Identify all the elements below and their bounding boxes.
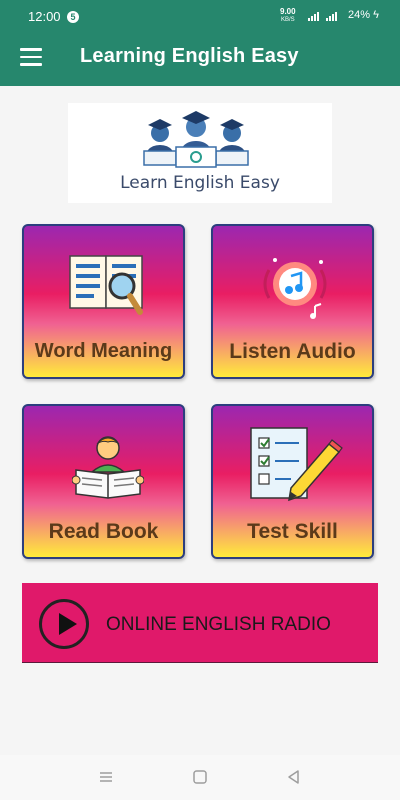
card-label-test-skill: Test Skill xyxy=(247,520,338,543)
app-bar: Learning English Easy xyxy=(0,30,400,86)
students-graduation-icon xyxy=(143,111,249,168)
charging-icon: ϟ xyxy=(373,9,379,21)
logo-text: Learn English Easy xyxy=(120,173,280,193)
net-speed-value: 9.00 xyxy=(280,7,296,16)
status-bar: 12:00 5 9.00 KB/S 24% ϟ xyxy=(0,0,400,30)
play-icon xyxy=(39,599,89,649)
status-time: 12:00 xyxy=(28,9,61,24)
radio-label: ONLINE ENGLISH RADIO xyxy=(106,614,331,635)
battery-level: 24% ϟ xyxy=(348,9,379,21)
app-logo: Learn English Easy xyxy=(68,103,332,203)
hamburger-menu-icon[interactable] xyxy=(20,48,42,66)
net-speed-unit: KB/S xyxy=(280,17,295,23)
listen-audio-card[interactable]: Listen Audio xyxy=(211,224,374,379)
back-icon[interactable] xyxy=(284,767,304,787)
book-search-icon xyxy=(69,255,143,315)
recent-apps-icon[interactable] xyxy=(96,767,116,787)
music-audio-icon xyxy=(263,258,327,319)
card-label-word-meaning: Word Meaning xyxy=(34,340,173,362)
checklist-pencil-icon xyxy=(250,427,343,502)
test-skill-card[interactable]: Test Skill xyxy=(211,404,374,559)
reading-person-icon xyxy=(72,436,144,499)
signal-icon xyxy=(308,11,344,23)
card-label-read-book: Read Book xyxy=(48,520,159,543)
network-speed: 9.00 KB/S xyxy=(280,8,296,24)
system-nav-bar xyxy=(0,755,400,800)
card-label-listen-audio: Listen Audio xyxy=(229,340,356,363)
read-book-card[interactable]: Read Book xyxy=(22,404,185,559)
word-meaning-card[interactable]: Word Meaning xyxy=(22,224,185,379)
online-radio-button[interactable]: ONLINE ENGLISH RADIO xyxy=(22,583,378,663)
battery-text: 24% xyxy=(348,9,371,21)
notification-badge: 5 xyxy=(67,11,79,23)
home-icon[interactable] xyxy=(190,767,210,787)
app-title: Learning English Easy xyxy=(80,45,299,67)
